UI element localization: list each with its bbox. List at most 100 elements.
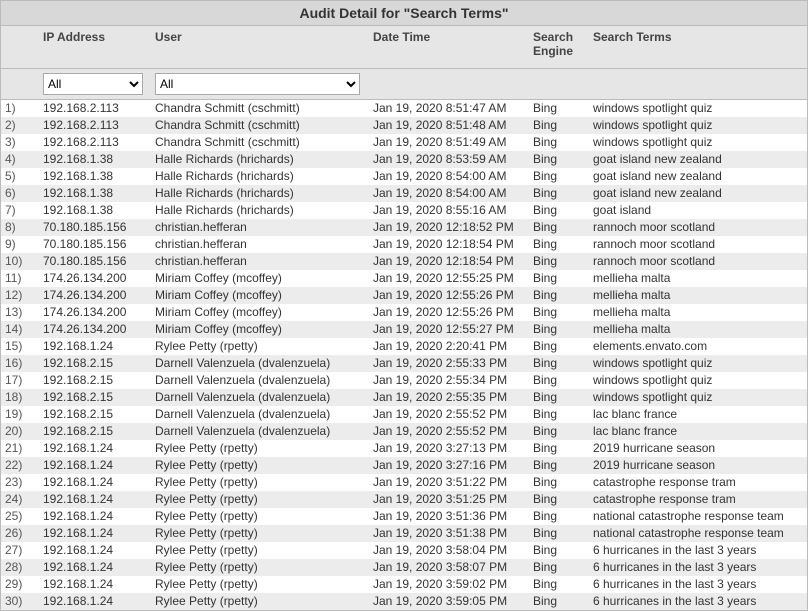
cell-ip: 70.180.185.156 — [43, 219, 155, 236]
table-row[interactable]: 24)192.168.1.24Rylee Petty (rpetty)Jan 1… — [1, 491, 807, 508]
table-row[interactable]: 26)192.168.1.24Rylee Petty (rpetty)Jan 1… — [1, 525, 807, 542]
table-row[interactable]: 16)192.168.2.15Darnell Valenzuela (dvale… — [1, 355, 807, 372]
row-number: 23) — [1, 474, 43, 491]
row-number: 30) — [1, 593, 43, 610]
table-row[interactable]: 14)174.26.134.200Miriam Coffey (mcoffey)… — [1, 321, 807, 338]
cell-datetime: Jan 19, 2020 12:55:26 PM — [373, 287, 533, 304]
cell-ip: 192.168.1.38 — [43, 202, 155, 219]
cell-term: mellieha malta — [593, 287, 807, 304]
data-rows: 1)192.168.2.113Chandra Schmitt (cschmitt… — [1, 100, 807, 610]
table-row[interactable]: 12)174.26.134.200Miriam Coffey (mcoffey)… — [1, 287, 807, 304]
cell-datetime: Jan 19, 2020 2:55:34 PM — [373, 372, 533, 389]
row-number: 25) — [1, 508, 43, 525]
table-row[interactable]: 17)192.168.2.15Darnell Valenzuela (dvale… — [1, 372, 807, 389]
cell-engine: Bing — [533, 236, 593, 253]
cell-datetime: Jan 19, 2020 2:55:52 PM — [373, 423, 533, 440]
table-row[interactable]: 25)192.168.1.24Rylee Petty (rpetty)Jan 1… — [1, 508, 807, 525]
table-row[interactable]: 27)192.168.1.24Rylee Petty (rpetty)Jan 1… — [1, 542, 807, 559]
col-header-user[interactable]: User — [155, 30, 373, 44]
col-header-engine[interactable]: Search — [533, 30, 593, 44]
cell-ip: 192.168.1.24 — [43, 559, 155, 576]
filter-user-select[interactable]: All — [155, 73, 360, 95]
cell-user: Rylee Petty (rpetty) — [155, 508, 373, 525]
cell-engine: Bing — [533, 202, 593, 219]
cell-ip: 192.168.2.15 — [43, 372, 155, 389]
table-row[interactable]: 29)192.168.1.24Rylee Petty (rpetty)Jan 1… — [1, 576, 807, 593]
cell-user: Rylee Petty (rpetty) — [155, 576, 373, 593]
cell-term: 2019 hurricane season — [593, 440, 807, 457]
cell-datetime: Jan 19, 2020 8:54:00 AM — [373, 185, 533, 202]
cell-term: mellieha malta — [593, 270, 807, 287]
table-row[interactable]: 8)70.180.185.156christian.hefferanJan 19… — [1, 219, 807, 236]
table-row[interactable]: 18)192.168.2.15Darnell Valenzuela (dvale… — [1, 389, 807, 406]
cell-ip: 192.168.1.24 — [43, 338, 155, 355]
cell-term: goat island new zealand — [593, 185, 807, 202]
cell-ip: 70.180.185.156 — [43, 253, 155, 270]
table-row[interactable]: 13)174.26.134.200Miriam Coffey (mcoffey)… — [1, 304, 807, 321]
cell-user: Halle Richards (hrichards) — [155, 151, 373, 168]
cell-ip: 192.168.1.24 — [43, 474, 155, 491]
cell-ip: 174.26.134.200 — [43, 304, 155, 321]
row-number: 14) — [1, 321, 43, 338]
cell-term: 2019 hurricane season — [593, 457, 807, 474]
cell-ip: 192.168.2.15 — [43, 423, 155, 440]
cell-term: rannoch moor scotland — [593, 236, 807, 253]
cell-user: Rylee Petty (rpetty) — [155, 440, 373, 457]
cell-engine: Bing — [533, 151, 593, 168]
cell-datetime: Jan 19, 2020 12:55:27 PM — [373, 321, 533, 338]
table-row[interactable]: 23)192.168.1.24Rylee Petty (rpetty)Jan 1… — [1, 474, 807, 491]
col-header-datetime[interactable]: Date Time — [373, 30, 533, 44]
panel-title: Audit Detail for "Search Terms" — [1, 1, 807, 26]
cell-user: Rylee Petty (rpetty) — [155, 457, 373, 474]
table-row[interactable]: 20)192.168.2.15Darnell Valenzuela (dvale… — [1, 423, 807, 440]
table-row[interactable]: 10)70.180.185.156christian.hefferanJan 1… — [1, 253, 807, 270]
cell-engine: Bing — [533, 423, 593, 440]
cell-ip: 192.168.2.113 — [43, 117, 155, 134]
cell-datetime: Jan 19, 2020 12:55:25 PM — [373, 270, 533, 287]
table-row[interactable]: 19)192.168.2.15Darnell Valenzuela (dvale… — [1, 406, 807, 423]
cell-user: Halle Richards (hrichards) — [155, 168, 373, 185]
cell-ip: 70.180.185.156 — [43, 236, 155, 253]
table-row[interactable]: 7)192.168.1.38Halle Richards (hrichards)… — [1, 202, 807, 219]
row-number: 16) — [1, 355, 43, 372]
table-row[interactable]: 9)70.180.185.156christian.hefferanJan 19… — [1, 236, 807, 253]
row-number: 4) — [1, 151, 43, 168]
table-row[interactable]: 5)192.168.1.38Halle Richards (hrichards)… — [1, 168, 807, 185]
col-header-ip[interactable]: IP Address — [43, 30, 155, 44]
cell-term: lac blanc france — [593, 423, 807, 440]
table-row[interactable]: 30)192.168.1.24Rylee Petty (rpetty)Jan 1… — [1, 593, 807, 610]
table-row[interactable]: 22)192.168.1.24Rylee Petty (rpetty)Jan 1… — [1, 457, 807, 474]
row-number: 10) — [1, 253, 43, 270]
table-row[interactable]: 6)192.168.1.38Halle Richards (hrichards)… — [1, 185, 807, 202]
cell-datetime: Jan 19, 2020 2:20:41 PM — [373, 338, 533, 355]
cell-engine: Bing — [533, 474, 593, 491]
cell-user: Rylee Petty (rpetty) — [155, 542, 373, 559]
cell-user: Chandra Schmitt (cschmitt) — [155, 100, 373, 117]
col-header-terms[interactable]: Search Terms — [593, 30, 807, 44]
table-row[interactable]: 1)192.168.2.113Chandra Schmitt (cschmitt… — [1, 100, 807, 117]
row-number: 28) — [1, 559, 43, 576]
cell-user: Halle Richards (hrichards) — [155, 185, 373, 202]
table-row[interactable]: 11)174.26.134.200Miriam Coffey (mcoffey)… — [1, 270, 807, 287]
cell-user: Chandra Schmitt (cschmitt) — [155, 117, 373, 134]
cell-ip: 192.168.1.24 — [43, 593, 155, 610]
cell-term: mellieha malta — [593, 321, 807, 338]
table-row[interactable]: 15)192.168.1.24Rylee Petty (rpetty)Jan 1… — [1, 338, 807, 355]
row-number: 5) — [1, 168, 43, 185]
table-row[interactable]: 2)192.168.2.113Chandra Schmitt (cschmitt… — [1, 117, 807, 134]
cell-user: Darnell Valenzuela (dvalenzuela) — [155, 406, 373, 423]
table-row[interactable]: 21)192.168.1.24Rylee Petty (rpetty)Jan 1… — [1, 440, 807, 457]
cell-term: windows spotlight quiz — [593, 389, 807, 406]
table-row[interactable]: 28)192.168.1.24Rylee Petty (rpetty)Jan 1… — [1, 559, 807, 576]
cell-engine: Bing — [533, 321, 593, 338]
table-row[interactable]: 3)192.168.2.113Chandra Schmitt (cschmitt… — [1, 134, 807, 151]
row-number: 13) — [1, 304, 43, 321]
cell-ip: 192.168.2.113 — [43, 100, 155, 117]
cell-term: windows spotlight quiz — [593, 372, 807, 389]
cell-engine: Bing — [533, 253, 593, 270]
row-number: 27) — [1, 542, 43, 559]
filter-ip-select[interactable]: All — [43, 73, 143, 95]
cell-ip: 192.168.1.38 — [43, 168, 155, 185]
table-row[interactable]: 4)192.168.1.38Halle Richards (hrichards)… — [1, 151, 807, 168]
cell-ip: 192.168.2.15 — [43, 389, 155, 406]
